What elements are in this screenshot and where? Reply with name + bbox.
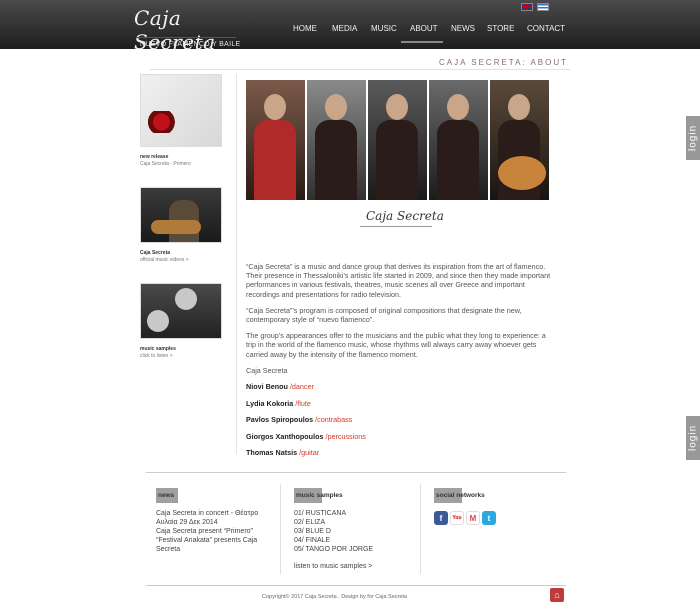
- track-item[interactable]: 04/ FINALE: [294, 536, 414, 545]
- sidebar-item-subtitle[interactable]: official music videos >: [140, 257, 224, 263]
- sidebar-videos[interactable]: Caja Secreta official music videos >: [140, 187, 224, 263]
- member-role: /guitar: [299, 448, 320, 458]
- music-thumbnail-image[interactable]: [140, 283, 222, 339]
- member-name: Thomas Natsis: [246, 448, 298, 458]
- facebook-icon[interactable]: f: [434, 511, 448, 525]
- band-photo-strip: [246, 80, 549, 200]
- member-row: Giorgos Xanthopoulos /percussions: [246, 432, 556, 441]
- member-name: Giorgos Xanthopoulos: [246, 431, 324, 441]
- footer-music-heading: music samples: [294, 488, 347, 503]
- member-name: Pavlos Spiropoulos: [246, 415, 314, 425]
- member-photo-flute: [307, 80, 366, 200]
- signature-underline: [360, 226, 432, 227]
- signature-logo: Caja Secreta: [366, 209, 444, 223]
- about-paragraph: The group’s appearances offer to the mus…: [246, 331, 546, 359]
- sidebar-item-subtitle: Caja Secreta - Primero: [140, 161, 191, 167]
- uk-flag-icon[interactable]: [521, 3, 533, 11]
- track-item[interactable]: 01/ RUSTICANA: [294, 509, 414, 518]
- news-item[interactable]: “Festival Anakata” presents Caja Secreta: [156, 536, 274, 554]
- sidebar-item-title: new release: [140, 154, 169, 160]
- nav-contact[interactable]: CONTACT: [527, 24, 565, 33]
- footer-column-divider: [280, 484, 281, 574]
- nav-store[interactable]: STORE: [487, 24, 514, 33]
- sidebar-item-subtitle[interactable]: click to listen >: [140, 353, 224, 359]
- member-row: Lydia Kokoria /flute: [246, 399, 556, 408]
- login-tab-bottom[interactable]: login: [686, 416, 700, 460]
- column-divider: [236, 74, 237, 454]
- track-item[interactable]: 03/ BLUE D: [294, 527, 414, 536]
- heading-divider: [150, 69, 570, 70]
- youtube-icon[interactable]: You: [450, 511, 464, 525]
- sidebar-item-title: Caja Secreta: [140, 250, 171, 256]
- login-tab-top[interactable]: login: [686, 116, 700, 160]
- about-paragraph: “Caja Secreta” is a music and dance grou…: [246, 262, 551, 299]
- member-row: Thomas Natsis /guitar: [246, 448, 556, 457]
- about-paragraph: Caja Secreta: [246, 365, 288, 375]
- copyright-text: Copyright© 2017 Caja Secreta . Design by…: [262, 594, 407, 600]
- footer-news: news Caja Secreta in concert - Θέατρο Αυ…: [156, 484, 274, 554]
- language-switcher: [521, 3, 549, 11]
- member-photo-percussions: [429, 80, 488, 200]
- member-photo-contrabass: [368, 80, 427, 200]
- gmail-icon[interactable]: M: [466, 511, 480, 525]
- member-photo-guitar: [490, 80, 549, 200]
- social-icons: f You M t: [434, 511, 554, 525]
- nav-music[interactable]: MUSIC: [371, 24, 397, 33]
- news-item[interactable]: Caja Secreta present “Primero”: [156, 527, 274, 536]
- site-header: Caja Secreta NUEVO FLAMENCO Y BAILE HOME…: [0, 0, 700, 54]
- member-role: /dancer: [289, 382, 314, 392]
- track-item[interactable]: 02/ ELIZA: [294, 518, 414, 527]
- sidebar: new release Caja Secreta - Primero Caja …: [140, 74, 224, 379]
- track-item[interactable]: 05/ TANGO POR JORGE: [294, 545, 414, 554]
- footer-column-divider: [420, 484, 421, 574]
- main-nav: HOME MEDIA MUSIC ABOUT NEWS STORE CONTAC…: [0, 24, 700, 44]
- listen-link[interactable]: listen to music samples >: [294, 562, 414, 571]
- member-name: Niovi Benou: [246, 382, 288, 392]
- member-photo-dancer: [246, 80, 305, 200]
- member-row: Pavlos Spiropoulos /contrabass: [246, 415, 556, 424]
- sidebar-item-title: music samples: [140, 346, 176, 352]
- footer-news-heading: news: [156, 488, 179, 503]
- nav-home[interactable]: HOME: [293, 24, 317, 33]
- greek-flag-icon[interactable]: [537, 3, 549, 11]
- footer-music-samples: music samples 01/ RUSTICANA 02/ ELIZA 03…: [294, 484, 414, 571]
- home-icon[interactable]: ⌂: [550, 588, 564, 602]
- news-item[interactable]: Caja Secreta in concert - Θέατρο Αυλαία …: [156, 509, 274, 527]
- sidebar-music-samples[interactable]: music samples click to listen >: [140, 283, 224, 359]
- member-role: /flute: [295, 398, 311, 408]
- twitter-icon[interactable]: t: [482, 511, 496, 525]
- member-name: Lydia Kokoria: [246, 398, 294, 408]
- bottom-divider: [146, 585, 566, 586]
- about-text: “Caja Secreta” is a music and dance grou…: [246, 262, 556, 465]
- nav-media[interactable]: MEDIA: [332, 24, 357, 33]
- album-cover-image[interactable]: [140, 74, 222, 147]
- active-nav-indicator: [401, 41, 443, 43]
- footer-divider: [146, 472, 566, 473]
- footer-social-heading: social networks: [434, 488, 489, 503]
- sidebar-new-release[interactable]: new release Caja Secreta - Primero: [140, 74, 224, 167]
- video-thumbnail-image[interactable]: [140, 187, 222, 243]
- page-title: CAJA SECRETA: ABOUT: [439, 58, 568, 67]
- nav-about[interactable]: ABOUT: [410, 24, 438, 33]
- member-row: Niovi Benou /dancer: [246, 382, 556, 391]
- nav-news[interactable]: NEWS: [451, 24, 475, 33]
- about-paragraph: “Caja Secreta”’s program is composed of …: [246, 305, 522, 325]
- member-role: /percussions: [325, 431, 366, 441]
- member-role: /contrabass: [315, 415, 353, 425]
- footer-social: social networks f You M t: [434, 484, 554, 525]
